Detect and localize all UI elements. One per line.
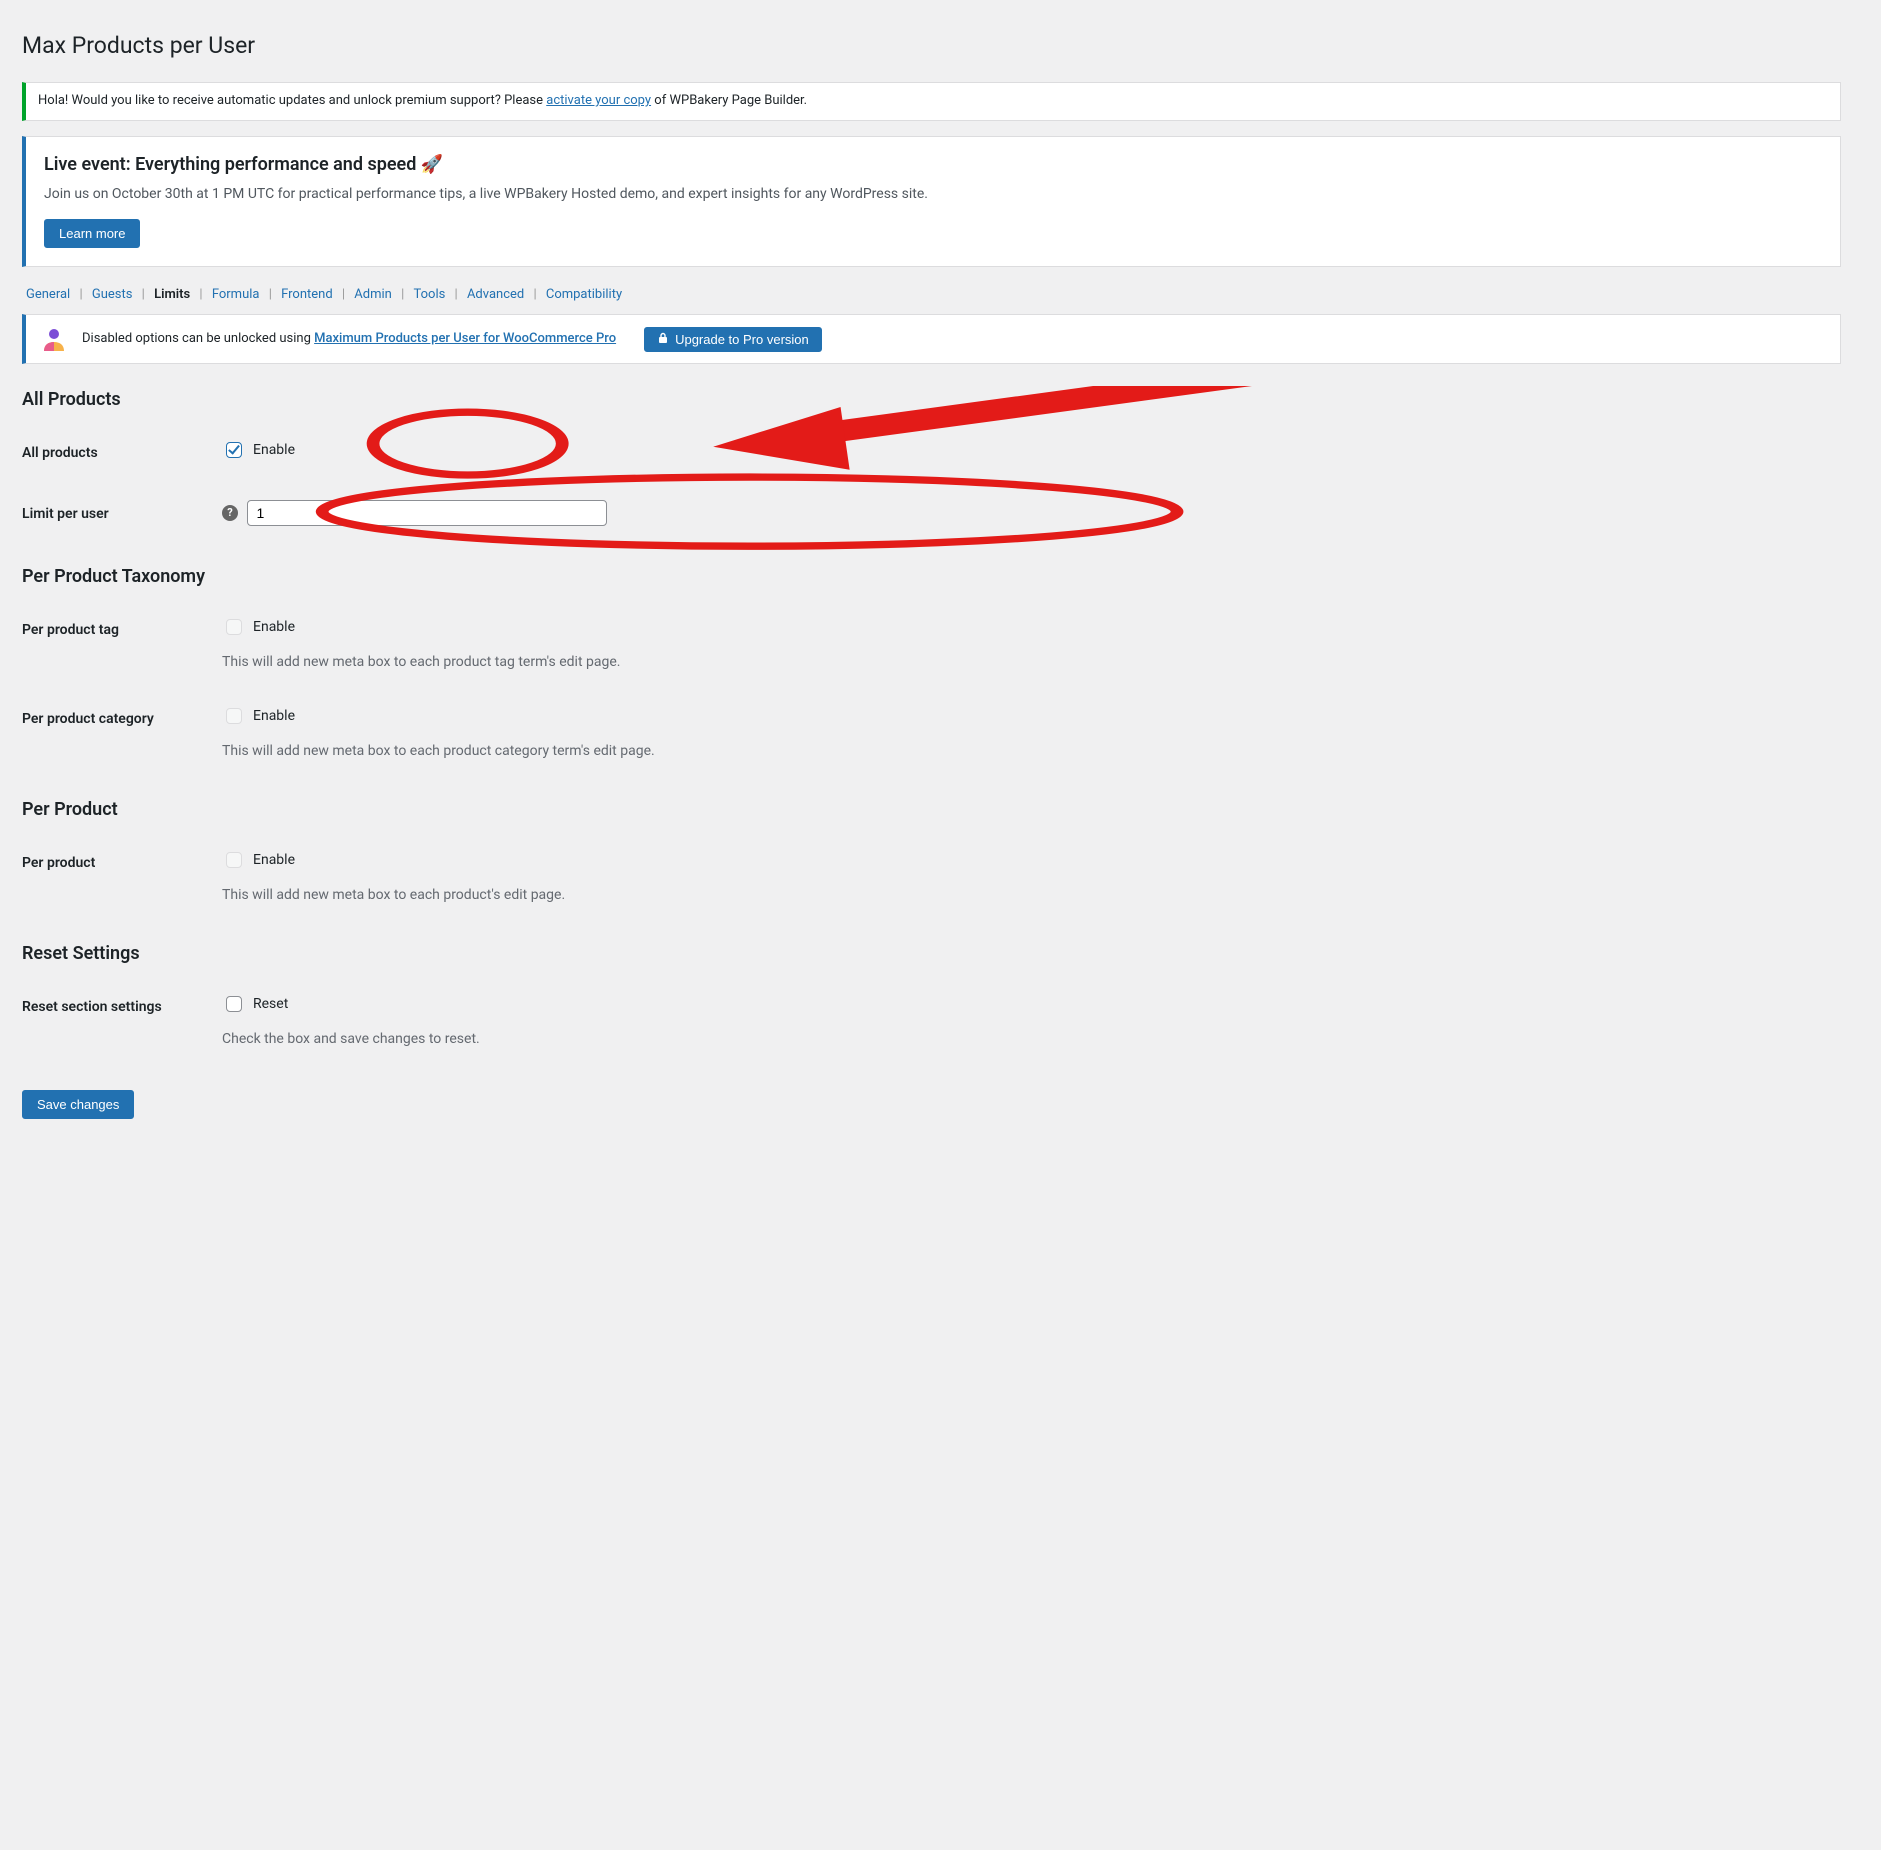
page-title: Max Products per User: [22, 20, 1841, 68]
per-tag-enable-text: Enable: [253, 617, 295, 638]
per-tag-description: This will add new meta box to each produ…: [222, 652, 1831, 673]
section-per-taxonomy: Per Product Taxonomy: [22, 563, 1841, 590]
all-products-enable-text: Enable: [253, 440, 295, 461]
tab-guests[interactable]: Guests: [88, 287, 137, 302]
reset-description: Check the box and save changes to reset.: [222, 1029, 1831, 1050]
tab-separator: |: [76, 287, 86, 302]
live-event-body: Join us on October 30th at 1 PM UTC for …: [44, 184, 1822, 205]
per-cat-enable-checkbox: [226, 708, 242, 724]
tab-admin[interactable]: Admin: [350, 287, 396, 302]
section-reset: Reset Settings: [22, 940, 1841, 967]
label-reset-section: Reset section settings: [22, 977, 222, 1066]
label-per-product-tag: Per product tag: [22, 600, 222, 689]
tab-tools[interactable]: Tools: [409, 287, 449, 302]
upgrade-pro-button[interactable]: Upgrade to Pro version: [644, 327, 822, 352]
upgrade-pro-label: Upgrade to Pro version: [675, 332, 809, 347]
section-per-product: Per Product: [22, 796, 1841, 823]
label-all-products: All products: [22, 423, 222, 484]
per-product-enable-field: Enable: [222, 849, 295, 871]
tab-separator: |: [339, 287, 349, 302]
per-tag-enable-checkbox: [226, 619, 242, 635]
label-limit-per-user: Limit per user: [22, 484, 222, 545]
tab-limits[interactable]: Limits: [150, 287, 194, 302]
limit-per-user-input[interactable]: [247, 500, 607, 526]
pro-plugin-link[interactable]: Maximum Products per User for WooCommerc…: [314, 331, 616, 346]
reset-field[interactable]: Reset: [222, 993, 288, 1015]
lock-icon: [657, 332, 669, 347]
tab-advanced[interactable]: Advanced: [463, 287, 528, 302]
live-event-notice: Live event: Everything performance and s…: [22, 136, 1841, 267]
label-per-product-category: Per product category: [22, 689, 222, 778]
activation-notice-prefix: Hola! Would you like to receive automati…: [38, 93, 546, 108]
save-changes-button[interactable]: Save changes: [22, 1090, 134, 1119]
per-product-enable-text: Enable: [253, 850, 295, 871]
help-icon[interactable]: ?: [222, 505, 238, 521]
reset-text: Reset: [253, 994, 288, 1015]
reset-checkbox[interactable]: [226, 996, 242, 1012]
pro-message-prefix: Disabled options can be unlocked using: [82, 331, 314, 346]
tab-separator: |: [530, 287, 540, 302]
per-product-description: This will add new meta box to each produ…: [222, 885, 1831, 906]
tab-separator: |: [196, 287, 206, 302]
all-products-enable-field[interactable]: Enable: [222, 439, 295, 461]
rocket-icon: 🚀: [421, 154, 443, 175]
section-all-products: All Products: [22, 386, 1841, 413]
settings-tabs: General | Guests | Limits | Formula | Fr…: [22, 285, 1841, 305]
tab-general[interactable]: General: [22, 287, 74, 302]
per-cat-enable-field: Enable: [222, 705, 295, 727]
live-event-title: Live event: Everything performance and s…: [44, 154, 416, 175]
per-tag-enable-field: Enable: [222, 616, 295, 638]
tab-separator: |: [138, 287, 148, 302]
pro-unlock-bar: Disabled options can be unlocked using M…: [22, 314, 1841, 364]
tab-separator: |: [265, 287, 275, 302]
tab-frontend[interactable]: Frontend: [277, 287, 337, 302]
activation-notice-suffix: of WPBakery Page Builder.: [654, 93, 807, 108]
all-products-enable-checkbox[interactable]: [226, 442, 242, 458]
tab-compatibility[interactable]: Compatibility: [542, 287, 626, 302]
pro-plugin-icon: [40, 325, 68, 353]
tab-separator: |: [451, 287, 461, 302]
tab-separator: |: [398, 287, 408, 302]
tab-formula[interactable]: Formula: [208, 287, 264, 302]
label-per-product: Per product: [22, 833, 222, 922]
per-cat-enable-text: Enable: [253, 706, 295, 727]
activate-copy-link[interactable]: activate your copy: [546, 93, 651, 108]
activation-notice: Hola! Would you like to receive automati…: [22, 82, 1841, 121]
per-product-enable-checkbox: [226, 852, 242, 868]
per-cat-description: This will add new meta box to each produ…: [222, 741, 1831, 762]
learn-more-button[interactable]: Learn more: [44, 219, 140, 248]
